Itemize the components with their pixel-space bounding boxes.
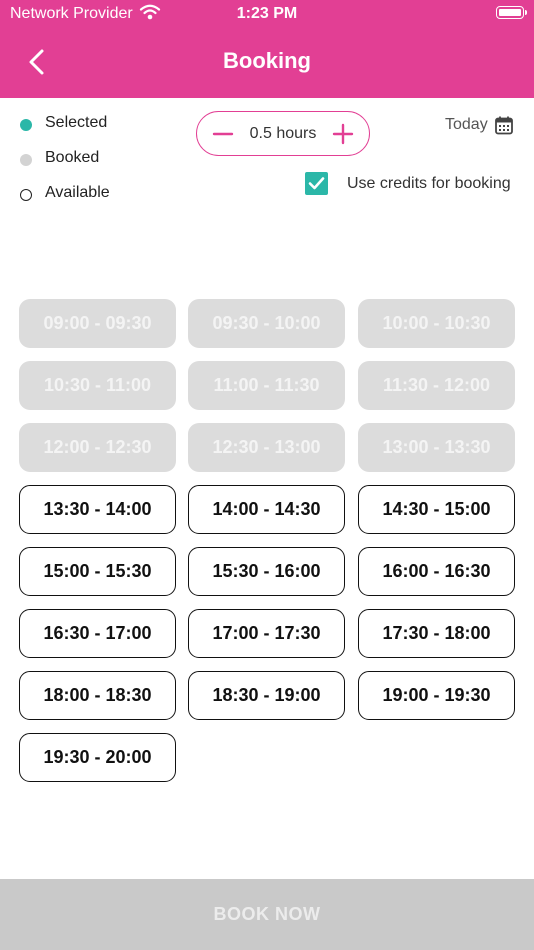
legend-label: Available bbox=[45, 184, 110, 201]
time-slot-booked: 12:30 - 13:00 bbox=[188, 423, 345, 472]
page-title: Booking bbox=[223, 48, 311, 73]
time-slot-booked: 09:30 - 10:00 bbox=[188, 299, 345, 348]
use-credits-checkbox[interactable] bbox=[305, 172, 328, 195]
time-slot-booked: 10:00 - 10:30 bbox=[358, 299, 515, 348]
time-slot-available[interactable]: 14:30 - 15:00 bbox=[358, 485, 515, 534]
time-slot-available[interactable]: 13:30 - 14:00 bbox=[19, 485, 176, 534]
time-slot-available[interactable]: 19:30 - 20:00 bbox=[19, 733, 176, 782]
time-slot-booked: 09:00 - 09:30 bbox=[19, 299, 176, 348]
battery-icon bbox=[496, 6, 527, 19]
time-slot-available[interactable]: 17:30 - 18:00 bbox=[358, 609, 515, 658]
increase-duration-button[interactable] bbox=[331, 122, 355, 146]
booked-dot-icon bbox=[20, 154, 32, 166]
available-dot-icon bbox=[20, 189, 32, 201]
time-slot-available[interactable]: 17:00 - 17:30 bbox=[188, 609, 345, 658]
time-slot-booked: 11:00 - 11:30 bbox=[188, 361, 345, 410]
use-credits-label[interactable]: Use credits for booking bbox=[347, 175, 511, 193]
time-slot-booked: 10:30 - 11:00 bbox=[19, 361, 176, 410]
calendar-icon[interactable] bbox=[494, 115, 514, 135]
time-slot-available[interactable]: 16:30 - 17:00 bbox=[19, 609, 176, 658]
time-slot-booked: 11:30 - 12:00 bbox=[358, 361, 515, 410]
time-slot-available[interactable]: 14:00 - 14:30 bbox=[188, 485, 345, 534]
app-header: Network Provider 1:23 PM Booking bbox=[0, 0, 534, 98]
status-time: 1:23 PM bbox=[236, 5, 298, 22]
time-slot-available[interactable]: 15:00 - 15:30 bbox=[19, 547, 176, 596]
book-now-button[interactable]: BOOK NOW bbox=[0, 879, 534, 950]
legend-label: Selected bbox=[45, 114, 108, 131]
selected-dot-icon bbox=[20, 119, 32, 131]
time-slot-available[interactable]: 15:30 - 16:00 bbox=[188, 547, 345, 596]
time-slot-booked: 12:00 - 12:30 bbox=[19, 423, 176, 472]
duration-stepper: 0.5 hours bbox=[196, 111, 370, 156]
time-slot-booked: 13:00 - 13:30 bbox=[358, 423, 515, 472]
check-icon bbox=[308, 177, 325, 190]
time-slot-available[interactable]: 19:00 - 19:30 bbox=[358, 671, 515, 720]
time-slot-available[interactable]: 18:00 - 18:30 bbox=[19, 671, 176, 720]
time-slot-available[interactable]: 18:30 - 19:00 bbox=[188, 671, 345, 720]
time-slot-available[interactable]: 16:00 - 16:30 bbox=[358, 547, 515, 596]
status-bar: Network Provider 1:23 PM bbox=[0, 0, 534, 28]
date-label[interactable]: Today bbox=[445, 116, 488, 134]
legend-label: Booked bbox=[45, 149, 100, 166]
plus-icon bbox=[332, 123, 354, 145]
